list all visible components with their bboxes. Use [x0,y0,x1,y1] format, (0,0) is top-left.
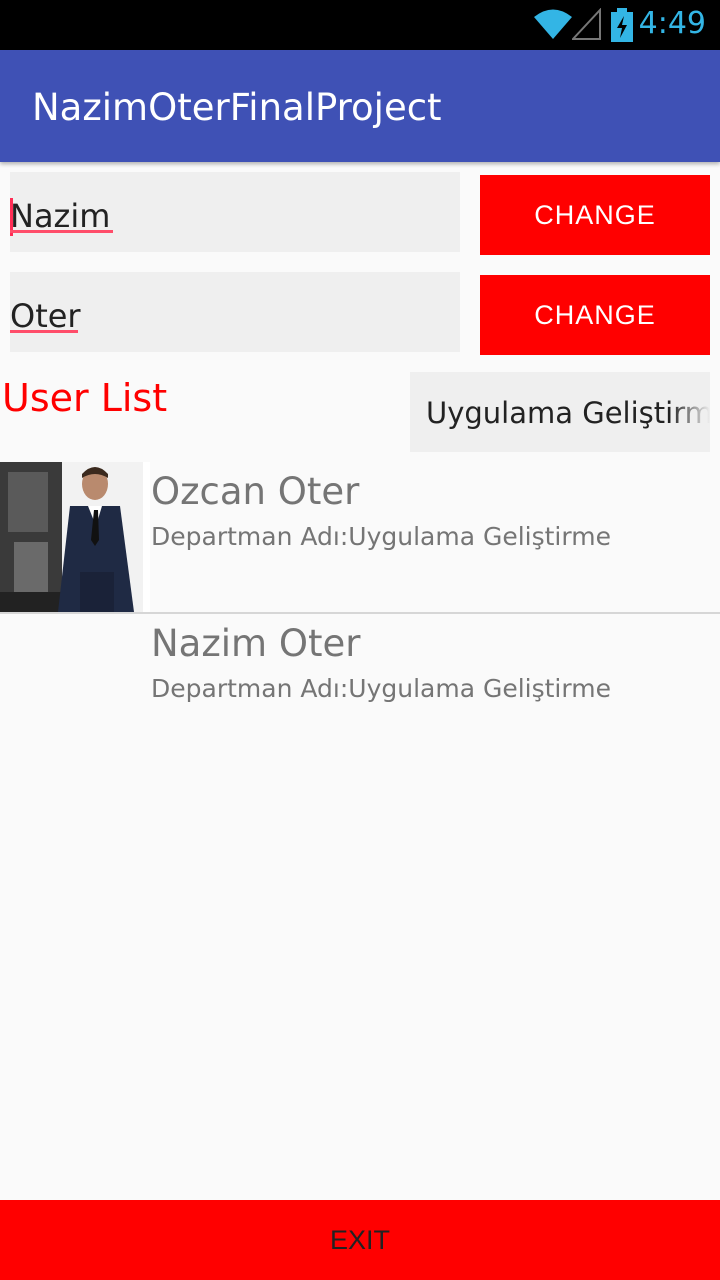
wifi-icon [534,8,572,44]
list-item[interactable]: Ozcan Oter Departman Adı:Uygulama Gelişt… [0,462,720,614]
user-photo [0,462,150,612]
user-name: Ozcan Oter [151,470,360,513]
status-bar: 4:49 [0,0,720,50]
status-time: 4:49 [638,6,706,41]
user-name: Nazim Oter [151,622,361,665]
spellcheck-underline [10,230,113,233]
list-item[interactable]: Nazim Oter Departman Adı:Uygulama Gelişt… [0,614,720,766]
user-department: Departman Adı:Uygulama Geliştirme [151,674,611,703]
spellcheck-underline [10,330,78,333]
user-list-label: User List [2,376,168,420]
app-title: NazimOterFinalProject [32,86,442,129]
change-first-name-button[interactable]: CHANGE [480,175,710,255]
department-spinner-value: Uygulama Geliştirme [426,396,710,430]
first-name-field-container [10,172,460,252]
battery-charging-icon [610,8,634,46]
app-bar: NazimOterFinalProject [0,50,720,162]
signal-icon [570,7,602,44]
last-name-field-container [10,272,460,352]
change-last-name-button[interactable]: CHANGE [480,275,710,355]
user-department: Departman Adı:Uygulama Geliştirme [151,522,611,551]
exit-button[interactable]: EXIT [0,1200,720,1280]
department-spinner[interactable]: Uygulama Geliştirme [410,372,710,452]
